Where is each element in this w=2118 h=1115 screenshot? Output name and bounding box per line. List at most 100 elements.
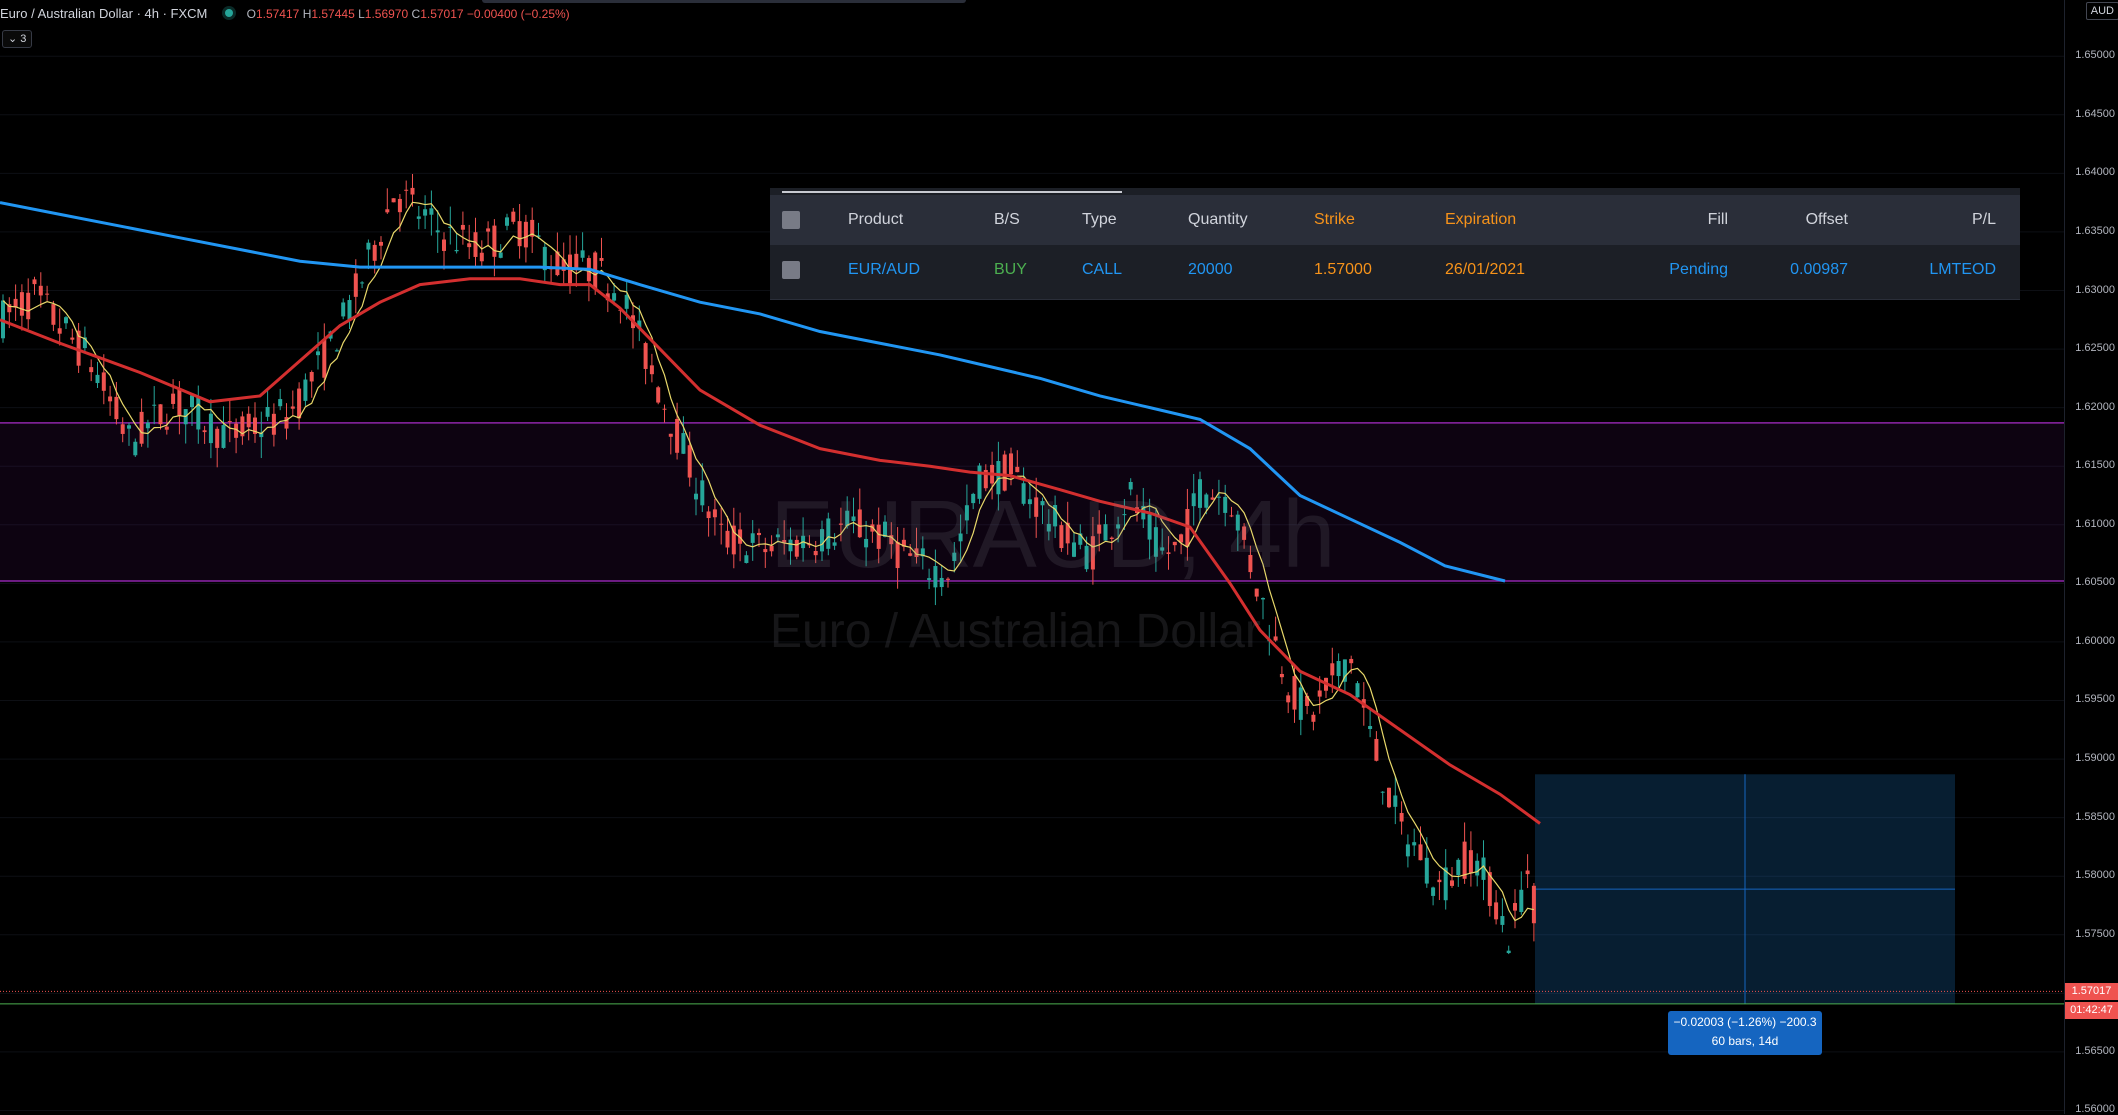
price-axis[interactable]: AUD 1.65000 1.64500 1.64000 1.63500 1.63000 1…	[2064, 0, 2118, 1115]
order-product[interactable]: EUR/AUD	[848, 261, 920, 279]
price-tick-label: 1.64000	[2075, 166, 2115, 179]
candle-body	[467, 243, 472, 248]
candle-body	[152, 404, 157, 406]
candle-body	[64, 317, 68, 324]
candle-body	[1261, 598, 1265, 600]
candle-body	[517, 221, 522, 247]
candle-body	[1311, 714, 1316, 722]
candle-body	[227, 421, 232, 423]
order-row-checkbox[interactable]	[782, 261, 800, 279]
panel-tab-indicator	[782, 191, 1122, 193]
header-product[interactable]: Product	[848, 211, 903, 229]
candle-body	[423, 209, 428, 216]
candle-body	[706, 511, 711, 519]
symbol-title[interactable]: Euro / Australian Dollar · 4h · FXCM	[0, 6, 207, 21]
currency-label[interactable]: AUD	[2085, 2, 2118, 20]
candle-body	[1500, 916, 1505, 925]
price-tick-label: 1.56000	[2075, 1103, 2115, 1115]
candle-body	[1286, 695, 1291, 703]
header-quantity[interactable]: Quantity	[1188, 211, 1248, 229]
price-tick-label: 1.59500	[2075, 693, 2115, 706]
candle-body	[864, 538, 869, 548]
candle-body	[347, 300, 352, 320]
candle-body	[316, 351, 320, 356]
candle-body	[1116, 524, 1121, 529]
candle-body	[397, 198, 402, 213]
candle-body	[1355, 683, 1360, 698]
order-offset: 0.00987	[1790, 261, 1848, 278]
candle-body	[1040, 501, 1045, 506]
candle-body	[681, 433, 686, 454]
candle-body	[750, 533, 755, 543]
candle-body	[775, 534, 780, 538]
order-row[interactable]: EUR/AUD BUY CALL 20000 1.57000 26/01/202…	[770, 245, 2020, 295]
candle-body	[883, 521, 887, 537]
low-label: L	[358, 7, 365, 21]
candle-body	[360, 282, 365, 284]
candle-body	[763, 549, 768, 553]
candle-body	[177, 388, 182, 416]
candle-body	[190, 395, 194, 408]
header-bs[interactable]: B/S	[994, 211, 1020, 229]
order-pl: LMTEOD	[1929, 261, 1996, 278]
market-status-icon[interactable]	[224, 9, 233, 17]
candle-body	[70, 337, 75, 340]
select-all-checkbox[interactable]	[782, 211, 800, 229]
close-value: 1.57017	[420, 7, 464, 21]
candle-body	[895, 541, 900, 569]
candle-body	[145, 422, 150, 429]
candle-body	[712, 509, 717, 518]
candle-body	[1525, 870, 1530, 875]
candle-body	[1279, 673, 1284, 678]
header-pl[interactable]: P/L	[1972, 211, 1996, 229]
candle-body	[1380, 791, 1385, 793]
price-tick-label: 1.62500	[2075, 342, 2115, 355]
candle-body	[38, 285, 43, 296]
candle-body	[933, 566, 938, 588]
low-value: 1.56970	[364, 7, 409, 21]
candle-body	[1122, 514, 1127, 516]
order-strike: 1.57000	[1314, 261, 1372, 278]
price-chart[interactable]	[0, 0, 2064, 1114]
candle-body	[952, 552, 957, 561]
candle-body	[1418, 844, 1423, 861]
candle-body	[1103, 524, 1108, 541]
header-offset[interactable]: Offset	[1806, 211, 1848, 229]
price-tick-label: 1.65000	[2075, 49, 2115, 62]
candle-body	[1368, 726, 1373, 730]
price-tick-label: 1.60500	[2075, 576, 2115, 589]
candle-body	[662, 408, 667, 410]
candle-body	[486, 228, 491, 232]
header-type[interactable]: Type	[1082, 211, 1117, 229]
candle-body	[505, 217, 509, 226]
candle-body	[158, 404, 163, 425]
header-strike[interactable]: Strike	[1314, 211, 1355, 229]
price-tick-label: 1.56500	[2075, 1044, 2115, 1057]
candle-body	[45, 293, 50, 295]
candle-body	[108, 396, 113, 402]
candle-body	[454, 249, 459, 252]
chart-area[interactable]: EURAUD, 4h Euro / Australian Dollar Euro…	[0, 0, 2064, 1114]
candle-body	[1292, 676, 1297, 710]
candle-body	[1387, 787, 1391, 808]
candle-body	[32, 279, 37, 285]
candle-body	[939, 577, 944, 588]
candle-body	[788, 539, 793, 552]
measure-bars: 60 bars, 14d	[1711, 1034, 1779, 1048]
candle-body	[139, 411, 144, 444]
candle-body	[101, 372, 106, 391]
candle-body	[876, 524, 881, 549]
candle-body	[1128, 481, 1133, 490]
candle-body	[416, 216, 421, 219]
indicators-toggle-button[interactable]: ⌄ 3	[2, 30, 33, 48]
top-toolbar-handle[interactable]	[482, 0, 966, 3]
candle-body	[303, 379, 308, 401]
header-expiration[interactable]: Expiration	[1445, 211, 1516, 229]
candle-body	[473, 232, 478, 257]
candle-body	[297, 388, 302, 419]
candle-body	[1015, 466, 1020, 473]
candle-body	[1475, 860, 1480, 876]
candle-body	[1405, 844, 1410, 857]
candle-body	[1198, 479, 1202, 508]
header-fill[interactable]: Fill	[1708, 211, 1728, 229]
